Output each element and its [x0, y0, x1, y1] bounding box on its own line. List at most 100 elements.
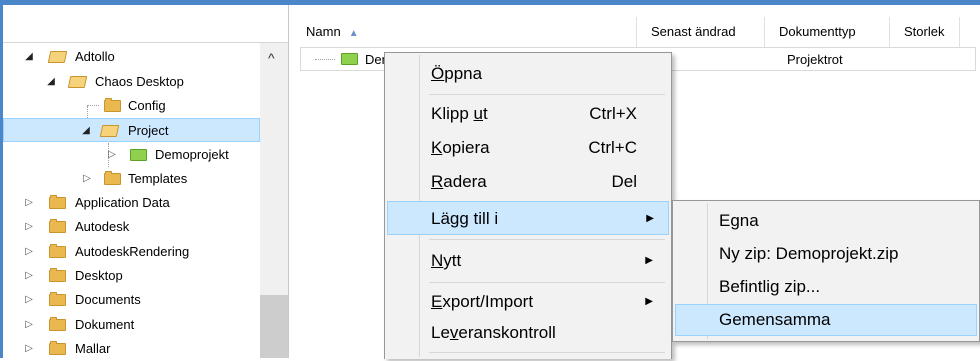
- tree-item-label: Desktop: [75, 268, 123, 283]
- project-folder-icon: [130, 149, 147, 161]
- menu-item-label: Befintlig zip...: [719, 277, 821, 296]
- column-header-storlek[interactable]: Storlek: [890, 17, 960, 47]
- menu-item-lagg-till-i[interactable]: Lägg till i ▶: [387, 201, 669, 235]
- menu-item-label: Ny zip: Demoprojekt.zip: [719, 244, 899, 263]
- menu-separator: [429, 282, 665, 283]
- expander-closed-icon[interactable]: ▷: [23, 191, 35, 215]
- submenu-item-ny-zip[interactable]: Ny zip: Demoprojekt.zip: [675, 238, 975, 270]
- folder-tree-pane: ◢ Adtollo ◢ Chaos Desktop Config ◢ Proje…: [3, 5, 289, 358]
- column-label: Namn: [306, 24, 341, 39]
- folder-icon: [49, 219, 66, 233]
- tree-item-label: Mallar: [75, 341, 111, 356]
- menu-item-label: Radera: [431, 172, 487, 191]
- menu-item-label: Gemensamma: [719, 310, 831, 329]
- tree-item-project[interactable]: ◢ Project: [3, 118, 260, 142]
- tree-item-mallar[interactable]: ▷ Mallar: [3, 337, 260, 361]
- expander-closed-icon[interactable]: ▷: [81, 167, 93, 191]
- folder-icon: [104, 171, 121, 185]
- tree-header: [3, 5, 288, 43]
- expander-open-icon[interactable]: ◢: [45, 70, 57, 94]
- sort-ascending-icon: ▲: [348, 28, 359, 39]
- folder-icon: [49, 292, 66, 306]
- scrollbar-thumb[interactable]: [260, 295, 288, 358]
- column-label: Senast ändrad: [651, 24, 736, 39]
- tree-item-demoprojekt[interactable]: ▷ Demoprojekt: [3, 143, 260, 167]
- tree-item-adtollo[interactable]: ◢ Adtollo: [3, 45, 260, 69]
- expander-closed-icon[interactable]: ▷: [23, 313, 35, 337]
- folder-icon: [49, 244, 66, 258]
- tree-item-label: Project: [128, 123, 169, 138]
- menu-item-label: Kopiera: [431, 138, 490, 157]
- menu-shortcut: Ctrl+X: [589, 104, 637, 123]
- expander-open-icon[interactable]: ◢: [23, 45, 35, 69]
- tree-item-label: Chaos Desktop: [95, 74, 184, 89]
- tree-item-label: Autodesk: [75, 219, 130, 234]
- expander-closed-icon[interactable]: ▷: [23, 288, 35, 312]
- menu-item-kopiera[interactable]: Kopiera Ctrl+C: [387, 131, 667, 165]
- tree-guide-line: [315, 59, 335, 60]
- tree-item-label: Templates: [128, 171, 188, 186]
- submenu-item-gemensamma[interactable]: Gemensamma: [675, 304, 977, 336]
- menu-shortcut: Del: [611, 172, 637, 191]
- tree-item-label: Adtollo: [75, 49, 115, 64]
- column-header-namn[interactable]: Namn ▲: [292, 17, 637, 47]
- menu-separator: [429, 352, 665, 353]
- expander-open-icon[interactable]: ◢: [80, 119, 92, 143]
- submenu-item-befintlig-zip[interactable]: Befintlig zip...: [675, 271, 975, 303]
- menu-item-label: Egna: [719, 211, 759, 230]
- tree-item-label: Documents: [75, 292, 141, 307]
- menu-item-label: Leveranskontroll: [431, 323, 556, 342]
- submenu-item-egna[interactable]: Egna: [675, 205, 975, 237]
- menu-shortcut: Ctrl+C: [588, 138, 637, 157]
- tree-item-documents[interactable]: ▷ Documents: [3, 288, 260, 312]
- folder-icon: [104, 98, 121, 112]
- tree-item-config[interactable]: Config: [3, 94, 260, 118]
- expander-closed-icon[interactable]: ▷: [23, 215, 35, 239]
- project-folder-icon: [341, 53, 358, 65]
- expander-closed-icon[interactable]: ▷: [23, 337, 35, 361]
- tree-item-chaos-desktop[interactable]: ◢ Chaos Desktop: [3, 70, 260, 94]
- tree-vertical-scrollbar[interactable]: ^: [260, 43, 288, 358]
- column-header-dokumenttyp[interactable]: Dokumenttyp: [765, 17, 890, 47]
- tree-item-label: Application Data: [75, 195, 170, 210]
- expander-closed-icon[interactable]: ▷: [106, 143, 118, 167]
- submenu-arrow-icon: ▶: [646, 213, 654, 224]
- folder-icon: [49, 341, 66, 355]
- menu-item-klipp-ut[interactable]: Klipp ut Ctrl+X: [387, 97, 667, 131]
- menu-item-export-import[interactable]: Export/Import ▶: [387, 285, 667, 319]
- menu-item-label: Öppna: [431, 64, 483, 83]
- column-label: Dokumenttyp: [779, 24, 856, 39]
- folder-icon: [49, 268, 66, 282]
- submenu-lagg-till-i: Egna Ny zip: Demoprojekt.zip Befintlig z…: [672, 200, 980, 342]
- menu-item-label: Klipp ut: [431, 104, 488, 123]
- menu-item-label: Lägg till i: [431, 209, 499, 228]
- expander-closed-icon[interactable]: ▷: [23, 240, 35, 264]
- tree-item-autodesk[interactable]: ▷ Autodesk: [3, 215, 260, 239]
- submenu-arrow-icon: ▶: [645, 255, 653, 266]
- folder-open-icon: [47, 51, 68, 63]
- column-header-senast-andrad[interactable]: Senast ändrad: [637, 17, 765, 47]
- tree-item-dokument[interactable]: ▷ Dokument: [3, 313, 260, 337]
- submenu-arrow-icon: ▶: [645, 296, 653, 307]
- column-label: Storlek: [904, 24, 945, 39]
- menu-item-label: Export/Import: [431, 292, 534, 311]
- menu-item-nytt[interactable]: Nytt ▶: [387, 244, 667, 278]
- menu-item-label: Nytt: [431, 251, 462, 270]
- menu-item-oppna[interactable]: Öppna: [387, 57, 667, 91]
- tree-item-desktop[interactable]: ▷ Desktop: [3, 264, 260, 288]
- folder-icon: [49, 195, 66, 209]
- expander-closed-icon[interactable]: ▷: [23, 264, 35, 288]
- menu-separator: [429, 94, 665, 95]
- menu-item-radera[interactable]: Radera Del: [387, 165, 667, 199]
- tree-item-templates[interactable]: ▷ Templates: [3, 167, 260, 191]
- folder-open-icon: [99, 125, 120, 137]
- tree-item-label: AutodeskRendering: [75, 244, 190, 259]
- folder-open-icon: [67, 76, 88, 88]
- tree-item-application-data[interactable]: ▷ Application Data: [3, 191, 260, 215]
- tree-item-autodeskrendering[interactable]: ▷ AutodeskRendering: [3, 240, 260, 264]
- tree-item-label: Config: [128, 98, 166, 113]
- context-menu: Öppna Klipp ut Ctrl+X Kopiera Ctrl+C Rad…: [384, 52, 672, 359]
- menu-separator: [429, 239, 665, 240]
- scroll-up-arrow-icon[interactable]: ^: [268, 51, 275, 65]
- menu-item-leveranskontroll[interactable]: Leveranskontroll: [387, 316, 667, 350]
